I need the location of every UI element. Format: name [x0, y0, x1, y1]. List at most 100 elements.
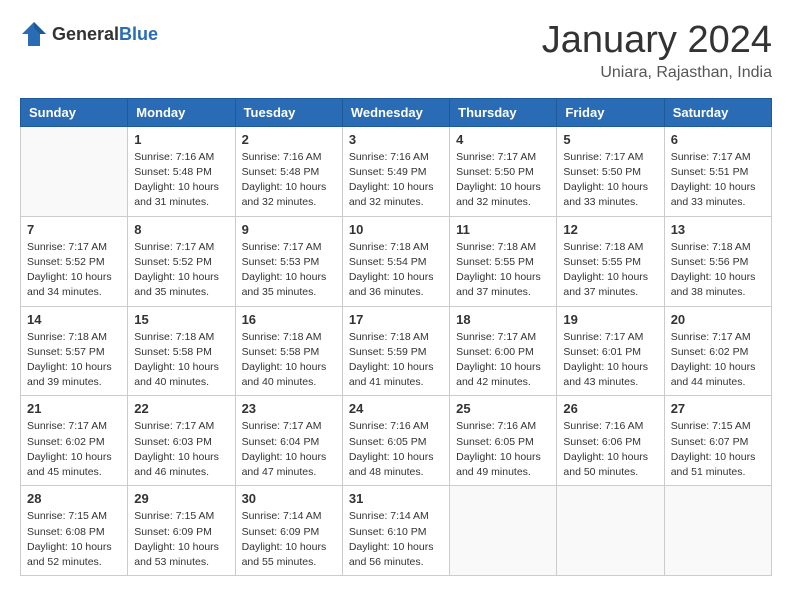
day-number: 2 [242, 132, 336, 147]
day-number: 14 [27, 312, 121, 327]
day-number: 29 [134, 491, 228, 506]
title-block: January 2024 Uniara, Rajasthan, India [542, 20, 772, 82]
col-header-wednesday: Wednesday [342, 98, 449, 126]
col-header-monday: Monday [128, 98, 235, 126]
day-info: Sunrise: 7:15 AMSunset: 6:07 PMDaylight:… [671, 419, 765, 480]
calendar-cell: 25Sunrise: 7:16 AMSunset: 6:05 PMDayligh… [450, 396, 557, 486]
calendar-cell: 14 Sunrise: 7:18 AMSunset: 5:57 PMDayligh… [21, 306, 128, 396]
day-number: 22 [134, 401, 228, 416]
calendar-cell: 4Sunrise: 7:17 AMSunset: 5:50 PMDaylight… [450, 126, 557, 216]
logo: GeneralBlue [20, 20, 158, 48]
col-header-thursday: Thursday [450, 98, 557, 126]
day-info: Sunrise: 7:15 AMSunset: 6:09 PMDaylight:… [134, 509, 228, 570]
day-info: Sunrise: 7:18 AMSunset: 5:56 PMDaylight:… [671, 240, 765, 301]
col-header-tuesday: Tuesday [235, 98, 342, 126]
day-number: 6 [671, 132, 765, 147]
day-number: 30 [242, 491, 336, 506]
col-header-friday: Friday [557, 98, 664, 126]
calendar-cell: 11 Sunrise: 7:18 AMSunset: 5:55 PMDayligh… [450, 216, 557, 306]
calendar-header-row: SundayMondayTuesdayWednesdayThursdayFrid… [21, 98, 772, 126]
week-row-4: 21 Sunrise: 7:17 AMSunset: 6:02 PMDayligh… [21, 396, 772, 486]
day-number: 15 [134, 312, 228, 327]
day-info: Sunrise: 7:17 AMSunset: 5:52 PMDaylight:… [27, 240, 121, 301]
calendar-cell [450, 486, 557, 576]
day-number: 24 [349, 401, 443, 416]
day-info: Sunrise: 7:17 AMSunset: 5:50 PMDaylight:… [456, 150, 550, 211]
day-info: Sunrise: 7:15 AMSunset: 6:08 PMDaylight:… [27, 509, 121, 570]
day-number: 26 [563, 401, 657, 416]
calendar-cell: 21 Sunrise: 7:17 AMSunset: 6:02 PMDayligh… [21, 396, 128, 486]
calendar-cell: 29 Sunrise: 7:15 AMSunset: 6:09 PMDayligh… [128, 486, 235, 576]
day-number: 21 [27, 401, 121, 416]
week-row-1: 1Sunrise: 7:16 AMSunset: 5:48 PMDaylight… [21, 126, 772, 216]
day-number: 17 [349, 312, 443, 327]
calendar-cell: 31 Sunrise: 7:14 AMSunset: 6:10 PMDayligh… [342, 486, 449, 576]
calendar-cell: 18 Sunrise: 7:17 AMSunset: 6:00 PMDayligh… [450, 306, 557, 396]
day-info: Sunrise: 7:17 AMSunset: 6:02 PMDaylight:… [671, 330, 765, 391]
calendar-cell: 17 Sunrise: 7:18 AMSunset: 5:59 PMDayligh… [342, 306, 449, 396]
day-number: 27 [671, 401, 765, 416]
col-header-sunday: Sunday [21, 98, 128, 126]
day-info: Sunrise: 7:17 AMSunset: 5:51 PMDaylight:… [671, 150, 765, 211]
week-row-3: 14 Sunrise: 7:18 AMSunset: 5:57 PMDayligh… [21, 306, 772, 396]
day-info: Sunrise: 7:18 AMSunset: 5:58 PMDaylight:… [242, 330, 336, 391]
day-info: Sunrise: 7:16 AMSunset: 5:49 PMDaylight:… [349, 150, 443, 211]
day-number: 18 [456, 312, 550, 327]
logo-blue: Blue [119, 24, 158, 44]
logo-general: General [52, 24, 119, 44]
day-info: Sunrise: 7:17 AMSunset: 6:04 PMDaylight:… [242, 419, 336, 480]
day-info: Sunrise: 7:17 AMSunset: 5:52 PMDaylight:… [134, 240, 228, 301]
day-info: Sunrise: 7:18 AMSunset: 5:54 PMDaylight:… [349, 240, 443, 301]
day-number: 13 [671, 222, 765, 237]
calendar-cell: 22 Sunrise: 7:17 AMSunset: 6:03 PMDayligh… [128, 396, 235, 486]
calendar-cell: 13 Sunrise: 7:18 AMSunset: 5:56 PMDayligh… [664, 216, 771, 306]
calendar-cell: 3 Sunrise: 7:16 AMSunset: 5:49 PMDaylight… [342, 126, 449, 216]
day-info: Sunrise: 7:18 AMSunset: 5:55 PMDaylight:… [456, 240, 550, 301]
calendar-cell: 16 Sunrise: 7:18 AMSunset: 5:58 PMDayligh… [235, 306, 342, 396]
calendar-cell: 27 Sunrise: 7:15 AMSunset: 6:07 PMDayligh… [664, 396, 771, 486]
day-info: Sunrise: 7:18 AMSunset: 5:57 PMDaylight:… [27, 330, 121, 391]
calendar-cell: 15Sunrise: 7:18 AMSunset: 5:58 PMDayligh… [128, 306, 235, 396]
day-info: Sunrise: 7:14 AMSunset: 6:09 PMDaylight:… [242, 509, 336, 570]
calendar-cell [664, 486, 771, 576]
calendar-cell: 1Sunrise: 7:16 AMSunset: 5:48 PMDaylight… [128, 126, 235, 216]
week-row-5: 28Sunrise: 7:15 AMSunset: 6:08 PMDayligh… [21, 486, 772, 576]
day-info: Sunrise: 7:17 AMSunset: 5:50 PMDaylight:… [563, 150, 657, 211]
day-number: 20 [671, 312, 765, 327]
page-header: GeneralBlue January 2024 Uniara, Rajasth… [20, 20, 772, 82]
calendar-cell: 7 Sunrise: 7:17 AMSunset: 5:52 PMDaylight… [21, 216, 128, 306]
day-number: 5 [563, 132, 657, 147]
calendar-cell: 5 Sunrise: 7:17 AMSunset: 5:50 PMDaylight… [557, 126, 664, 216]
calendar-cell: 9 Sunrise: 7:17 AMSunset: 5:53 PMDaylight… [235, 216, 342, 306]
day-number: 10 [349, 222, 443, 237]
calendar-cell: 23Sunrise: 7:17 AMSunset: 6:04 PMDayligh… [235, 396, 342, 486]
day-info: Sunrise: 7:18 AMSunset: 5:59 PMDaylight:… [349, 330, 443, 391]
calendar-cell: 8Sunrise: 7:17 AMSunset: 5:52 PMDaylight… [128, 216, 235, 306]
day-number: 7 [27, 222, 121, 237]
day-info: Sunrise: 7:17 AMSunset: 6:03 PMDaylight:… [134, 419, 228, 480]
day-number: 3 [349, 132, 443, 147]
day-info: Sunrise: 7:17 AMSunset: 6:00 PMDaylight:… [456, 330, 550, 391]
day-info: Sunrise: 7:14 AMSunset: 6:10 PMDaylight:… [349, 509, 443, 570]
calendar-body: 1Sunrise: 7:16 AMSunset: 5:48 PMDaylight… [21, 126, 772, 575]
calendar-cell: 2 Sunrise: 7:16 AMSunset: 5:48 PMDaylight… [235, 126, 342, 216]
day-info: Sunrise: 7:16 AMSunset: 6:05 PMDaylight:… [349, 419, 443, 480]
month-year-title: January 2024 [542, 20, 772, 62]
location-subtitle: Uniara, Rajasthan, India [542, 64, 772, 82]
day-info: Sunrise: 7:16 AMSunset: 5:48 PMDaylight:… [242, 150, 336, 211]
day-number: 31 [349, 491, 443, 506]
day-number: 25 [456, 401, 550, 416]
calendar-cell: 30 Sunrise: 7:14 AMSunset: 6:09 PMDayligh… [235, 486, 342, 576]
day-info: Sunrise: 7:18 AMSunset: 5:55 PMDaylight:… [563, 240, 657, 301]
day-number: 16 [242, 312, 336, 327]
calendar-cell: 19Sunrise: 7:17 AMSunset: 6:01 PMDayligh… [557, 306, 664, 396]
day-info: Sunrise: 7:17 AMSunset: 6:01 PMDaylight:… [563, 330, 657, 391]
week-row-2: 7 Sunrise: 7:17 AMSunset: 5:52 PMDaylight… [21, 216, 772, 306]
logo-icon [20, 20, 48, 48]
day-info: Sunrise: 7:17 AMSunset: 6:02 PMDaylight:… [27, 419, 121, 480]
day-info: Sunrise: 7:17 AMSunset: 5:53 PMDaylight:… [242, 240, 336, 301]
day-number: 9 [242, 222, 336, 237]
day-number: 11 [456, 222, 550, 237]
calendar-cell: 20 Sunrise: 7:17 AMSunset: 6:02 PMDayligh… [664, 306, 771, 396]
calendar-cell: 6 Sunrise: 7:17 AMSunset: 5:51 PMDaylight… [664, 126, 771, 216]
